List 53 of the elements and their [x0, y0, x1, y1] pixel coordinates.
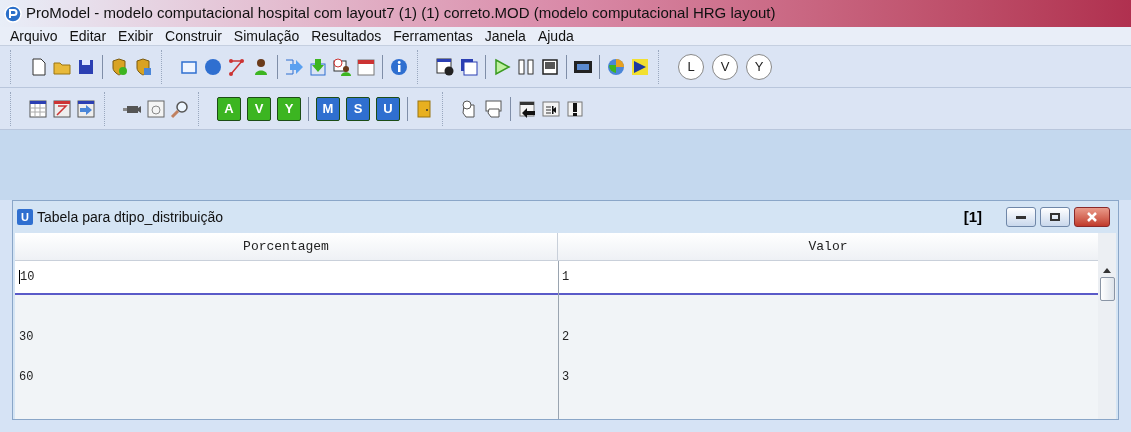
- letter-button[interactable]: U: [376, 96, 400, 121]
- scroll-thumb[interactable]: [1099, 277, 1115, 301]
- window-title: ProModel - modelo computacional hospital com layout7 (1) (1) correto.MOD (modelo computacional HRG layout): [26, 3, 776, 24]
- window-index: [1]: [963, 206, 982, 227]
- circle-icon[interactable]: [203, 56, 223, 77]
- table-cell-text: 30: [18, 329, 35, 346]
- scrollbar[interactable]: [1098, 233, 1116, 419]
- window-search-icon[interactable]: [146, 98, 166, 119]
- info-icon[interactable]: [389, 56, 409, 77]
- menu-item[interactable]: Construir: [159, 25, 228, 47]
- scroll-up-icon[interactable]: [1103, 267, 1111, 273]
- table-cell-text: 60: [18, 369, 35, 386]
- column-header[interactable]: Valor: [558, 233, 1098, 260]
- table-icon[interactable]: [28, 98, 48, 119]
- search-icon[interactable]: [170, 98, 190, 119]
- flag-icon[interactable]: [630, 56, 650, 77]
- menu-item[interactable]: Arquivo: [4, 25, 64, 47]
- window-gear-icon[interactable]: [435, 56, 455, 77]
- close-button[interactable]: [1074, 207, 1110, 227]
- menu-item[interactable]: Exibir: [112, 25, 160, 47]
- restore-button[interactable]: [1040, 207, 1070, 227]
- letter-button[interactable]: V: [712, 53, 738, 80]
- pause-icon[interactable]: [516, 56, 536, 77]
- table-cell-text: 10: [18, 269, 36, 286]
- table-cell-text: 2: [561, 329, 571, 346]
- menu-item[interactable]: Ajuda: [531, 25, 580, 47]
- letter-button[interactable]: S: [346, 96, 370, 121]
- child-window-title: Tabela para dtipo_distribuição: [37, 207, 223, 227]
- shield-icon[interactable]: [133, 56, 153, 77]
- app-logo-icon: [4, 4, 22, 23]
- calendar-icon[interactable]: [356, 56, 376, 77]
- letter-button[interactable]: Y: [746, 53, 772, 80]
- menu-item[interactable]: Janela: [478, 25, 532, 47]
- path-icon[interactable]: [227, 56, 247, 77]
- window-icon: U: [17, 209, 33, 225]
- table-cell-text: 3: [561, 369, 571, 386]
- window-path-icon[interactable]: [52, 98, 72, 119]
- close-icon[interactable]: [1086, 212, 1098, 222]
- column-header[interactable]: Porcentagem: [15, 233, 558, 260]
- menu-item[interactable]: Ferramentas: [387, 25, 479, 47]
- letter-button[interactable]: L: [678, 53, 704, 80]
- stop-icon[interactable]: [540, 56, 560, 77]
- window-import-icon[interactable]: [541, 98, 561, 119]
- window-alert-icon[interactable]: [565, 98, 585, 119]
- letter-button[interactable]: M: [316, 96, 340, 121]
- windows-icon[interactable]: [459, 56, 479, 77]
- menu-item[interactable]: Resultados: [305, 25, 388, 47]
- menu-item[interactable]: Editar: [63, 25, 113, 47]
- shield-icon[interactable]: [109, 56, 129, 77]
- menu-item[interactable]: Simulação: [227, 25, 306, 47]
- play-icon[interactable]: [492, 56, 512, 77]
- table-cell-text: 1: [561, 269, 571, 286]
- minimize-button[interactable]: [1006, 207, 1036, 227]
